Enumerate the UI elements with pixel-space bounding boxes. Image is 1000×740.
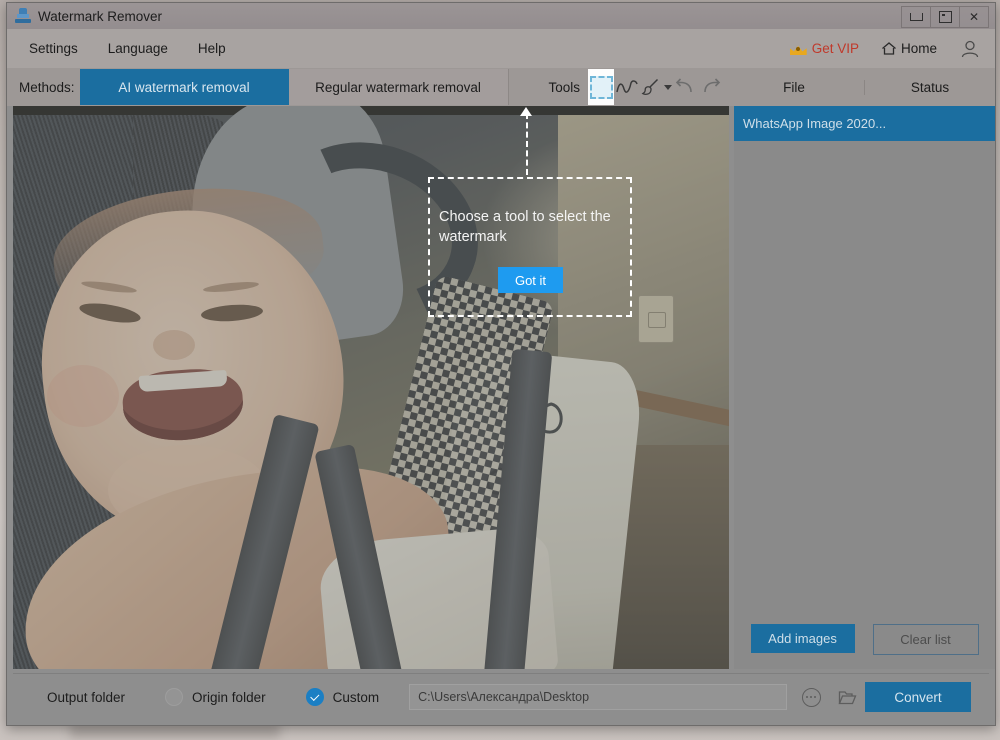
menu-bar-right: Get VIP Home [789, 38, 981, 60]
custom-folder-label: Custom [332, 689, 380, 705]
account-button[interactable] [959, 38, 981, 60]
ellipsis-icon [801, 687, 821, 707]
rectangular-marquee-icon [589, 75, 613, 99]
menu-item-language[interactable]: Language [98, 37, 178, 60]
origin-folder-radio[interactable] [165, 688, 184, 706]
get-vip-button[interactable]: Get VIP [789, 41, 859, 56]
maximize-button[interactable] [931, 6, 960, 28]
methods-toolbar: Methods: AI watermark removal Regular wa… [7, 68, 995, 106]
file-list-column-headers: File Status [724, 68, 995, 106]
browse-folder-button[interactable] [835, 685, 859, 709]
output-folder-label: Output folder [47, 689, 126, 705]
application-window: Watermark Remover ✕ Settings Language He… [6, 2, 996, 726]
redo-button[interactable] [698, 69, 724, 105]
crown-icon [789, 42, 807, 55]
polyline-lasso-icon [616, 80, 639, 93]
folder-icon [838, 690, 857, 704]
file-name: WhatsApp Image 2020... [743, 116, 887, 131]
methods-label: Methods: [19, 79, 75, 95]
more-options-button[interactable] [799, 685, 823, 709]
coachmark-tooltip: Choose a tool to select the watermark Go… [428, 177, 632, 317]
file-panel-actions: Add images Clear list [734, 624, 995, 655]
home-button[interactable]: Home [881, 41, 937, 56]
get-vip-label: Get VIP [811, 41, 859, 56]
add-images-button[interactable]: Add images [750, 624, 855, 653]
redo-icon [704, 78, 720, 93]
coachmark-got-it-button[interactable]: Got it [498, 267, 563, 293]
polyline-lasso-tool-button[interactable] [614, 69, 640, 105]
tools-label: Tools [548, 79, 581, 95]
maximize-icon [938, 11, 952, 23]
title-bar: Watermark Remover ✕ [7, 3, 995, 29]
column-header-file: File [724, 79, 865, 95]
file-list-panel: WhatsApp Image 2020... Add images Clear … [734, 106, 995, 669]
custom-folder-radio[interactable] [305, 688, 324, 706]
custom-folder-option[interactable]: Custom [305, 688, 380, 706]
clear-list-button[interactable]: Clear list [872, 624, 979, 655]
window-title: Watermark Remover [38, 8, 163, 24]
rectangular-marquee-tool-button[interactable] [588, 69, 615, 105]
method-tab-regular-watermark-removal[interactable]: Regular watermark removal [288, 69, 509, 105]
undo-icon [675, 78, 692, 93]
origin-folder-option[interactable]: Origin folder [165, 688, 266, 706]
menu-bar: Settings Language Help Get VIP Home [7, 29, 995, 68]
user-icon [961, 40, 979, 57]
brush-tool-button[interactable] [641, 69, 672, 105]
undo-button[interactable] [672, 69, 698, 105]
window-controls: ✕ [901, 6, 989, 28]
output-settings-bar: Output folder Origin folder Custom C:\Us… [13, 673, 989, 720]
minimize-icon [909, 13, 923, 21]
close-button[interactable]: ✕ [960, 6, 989, 28]
convert-button[interactable]: Convert [865, 682, 971, 712]
brush-icon [641, 78, 658, 95]
file-list-row-selected[interactable]: WhatsApp Image 2020... [734, 106, 995, 141]
origin-folder-label: Origin folder [192, 689, 266, 705]
menu-item-settings[interactable]: Settings [19, 37, 88, 60]
menu-item-help[interactable]: Help [188, 37, 236, 60]
home-label: Home [900, 41, 937, 56]
coachmark-arrow-line [526, 113, 530, 175]
minimize-button[interactable] [901, 6, 931, 28]
column-header-status: Status [910, 79, 950, 95]
coachmark-text: Choose a tool to select the watermark [439, 209, 611, 245]
stamp-icon [15, 8, 31, 24]
home-icon [882, 42, 896, 55]
output-path-input[interactable]: C:\Users\Александра\Desktop [409, 684, 788, 710]
method-tab-ai-watermark-removal[interactable]: AI watermark removal [79, 69, 289, 105]
chevron-down-icon[interactable] [663, 84, 672, 90]
